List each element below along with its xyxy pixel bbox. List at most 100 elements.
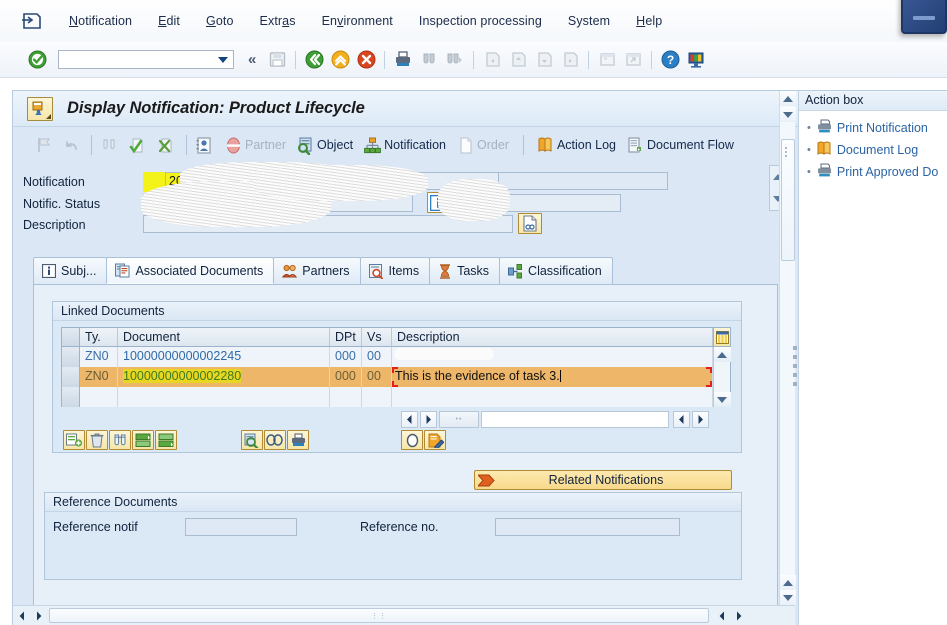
cell-document[interactable]: [118, 387, 330, 407]
tab-items[interactable]: Items: [359, 257, 431, 284]
scroll-down-icon[interactable]: [780, 107, 796, 122]
document-flow-button[interactable]: Document Flow: [622, 132, 738, 158]
scroll-down-bottom-icon[interactable]: [780, 590, 796, 605]
print-document-icon[interactable]: [287, 430, 309, 450]
row-selector[interactable]: [62, 347, 80, 367]
panel-scroll-right-icon[interactable]: [730, 608, 747, 624]
cell-vs[interactable]: 00: [362, 347, 392, 367]
table-row[interactable]: ZN0 10000000000002280 000 00 This is the…: [62, 367, 730, 387]
exit-yellow-icon[interactable]: [327, 48, 353, 72]
customize-local-layout-icon[interactable]: [683, 48, 709, 72]
menu-item-environment[interactable]: Environment: [309, 14, 406, 28]
cell-type[interactable]: [80, 387, 118, 407]
menu-item-inspection-processing[interactable]: Inspection processing: [406, 14, 555, 28]
scroll-right-icon[interactable]: [30, 608, 47, 624]
table-row[interactable]: ZN0 10000000000002245 000 00: [62, 347, 730, 367]
column-header-description[interactable]: Description: [392, 328, 713, 346]
column-header-document[interactable]: Document: [118, 328, 330, 346]
transaction-icon[interactable]: [27, 96, 53, 121]
tab-tasks[interactable]: Tasks: [429, 257, 501, 284]
cell-vs[interactable]: 00: [362, 367, 392, 387]
scroll-up-icon[interactable]: [780, 91, 796, 106]
nav-left-icon[interactable]: [401, 411, 418, 428]
create-entry-icon[interactable]: [63, 430, 85, 450]
menu-item-extras[interactable]: Extras: [247, 14, 309, 28]
save-icon[interactable]: [264, 48, 290, 72]
row-selector[interactable]: [62, 367, 80, 387]
cancel-task-icon-button[interactable]: [153, 132, 180, 158]
menu-item-edit[interactable]: Edit: [145, 14, 193, 28]
menu-item-system[interactable]: System: [555, 14, 623, 28]
menu-item-help[interactable]: Help: [623, 14, 675, 28]
column-header-dpt[interactable]: DPt: [330, 328, 362, 346]
command-dropdown-arrow-icon[interactable]: [218, 57, 228, 63]
row-scroll-up-icon[interactable]: [713, 347, 731, 362]
link-document-icon[interactable]: [264, 430, 286, 450]
status-circle-icon[interactable]: [401, 430, 423, 450]
column-header-vs[interactable]: Vs: [362, 328, 392, 346]
reference-no-field[interactable]: [495, 518, 680, 536]
notification-button[interactable]: Notification: [359, 132, 450, 158]
related-notifications-button[interactable]: Related Notifications: [474, 470, 732, 490]
column-header-type[interactable]: Ty.: [80, 328, 118, 346]
menu-item-goto[interactable]: Goto: [193, 14, 247, 28]
tab-classification[interactable]: Classification: [499, 257, 613, 284]
object-button[interactable]: Object: [292, 132, 357, 158]
action-box-item-print-notification[interactable]: • Print Notification: [799, 117, 947, 139]
scroll-left-icon[interactable]: [13, 608, 30, 624]
nav-position-box[interactable]: ••: [439, 411, 479, 428]
action-box-item-document-log[interactable]: • Document Log: [799, 139, 947, 161]
cell-vs[interactable]: [362, 387, 392, 407]
display-document-icon[interactable]: [241, 430, 263, 450]
cell-description[interactable]: [392, 347, 713, 367]
table-settings-icon[interactable]: [713, 328, 730, 346]
nav-scroll-track[interactable]: [481, 411, 669, 428]
table-row-scrollbar[interactable]: [713, 347, 731, 407]
row-scroll-down-icon[interactable]: [713, 392, 731, 407]
double-chevron-left-icon[interactable]: «: [240, 51, 264, 68]
complete-task-icon-button[interactable]: [124, 132, 151, 158]
row-selector[interactable]: [62, 387, 80, 407]
menu-item-notification[interactable]: NNotificationotification: [56, 14, 145, 28]
scroll-up-bottom-icon[interactable]: [780, 575, 796, 590]
tab-associated-documents[interactable]: Associated Documents: [106, 257, 275, 284]
table-row[interactable]: [62, 387, 730, 407]
tab-partners[interactable]: Partners: [273, 257, 361, 284]
order-button[interactable]: Order: [452, 132, 513, 158]
cell-type[interactable]: ZN0: [80, 347, 118, 367]
find-next-icon[interactable]: [442, 48, 468, 72]
horizontal-scrollbar-thumb[interactable]: ⋮⋮: [49, 608, 709, 623]
nav-right-icon[interactable]: [420, 411, 437, 428]
panel-scroll-left-icon[interactable]: [713, 608, 730, 624]
cell-description[interactable]: [392, 387, 713, 407]
print-icon[interactable]: [390, 48, 416, 72]
address-icon-button[interactable]: [191, 132, 218, 158]
bottom-horizontal-scrollbar[interactable]: ⋮⋮: [13, 605, 795, 625]
delete-entry-icon[interactable]: [86, 430, 108, 450]
help-icon[interactable]: ?: [657, 48, 683, 72]
cell-document[interactable]: 10000000000002245: [118, 347, 330, 367]
long-text-icon[interactable]: [518, 213, 542, 234]
sort-ascending-icon[interactable]: [132, 430, 154, 450]
binoculars-icon-button[interactable]: [96, 132, 122, 158]
back-green-icon[interactable]: [301, 48, 327, 72]
reference-notif-field[interactable]: [185, 518, 297, 536]
command-input[interactable]: [62, 52, 217, 67]
cell-dpt[interactable]: [330, 387, 362, 407]
command-field[interactable]: [58, 50, 234, 69]
sort-descending-icon[interactable]: [155, 430, 177, 450]
action-log-button[interactable]: Action Log: [532, 132, 620, 158]
window-restore-control[interactable]: [901, 0, 947, 34]
cell-type[interactable]: ZN0: [80, 367, 118, 387]
green-check-enter-icon[interactable]: [24, 48, 50, 72]
scrollbar-thumb[interactable]: [781, 139, 795, 261]
find-icon[interactable]: [416, 48, 442, 72]
flag-icon-button[interactable]: [31, 132, 57, 158]
cell-dpt[interactable]: 000: [330, 347, 362, 367]
cell-document[interactable]: 10000000000002280: [118, 367, 330, 387]
column-left-icon[interactable]: [673, 411, 690, 428]
cell-dpt[interactable]: 000: [330, 367, 362, 387]
action-box-item-print-approved-document[interactable]: • Print Approved Do: [799, 161, 947, 183]
edit-note-icon[interactable]: [424, 430, 446, 450]
partner-button[interactable]: Partner: [220, 132, 290, 158]
